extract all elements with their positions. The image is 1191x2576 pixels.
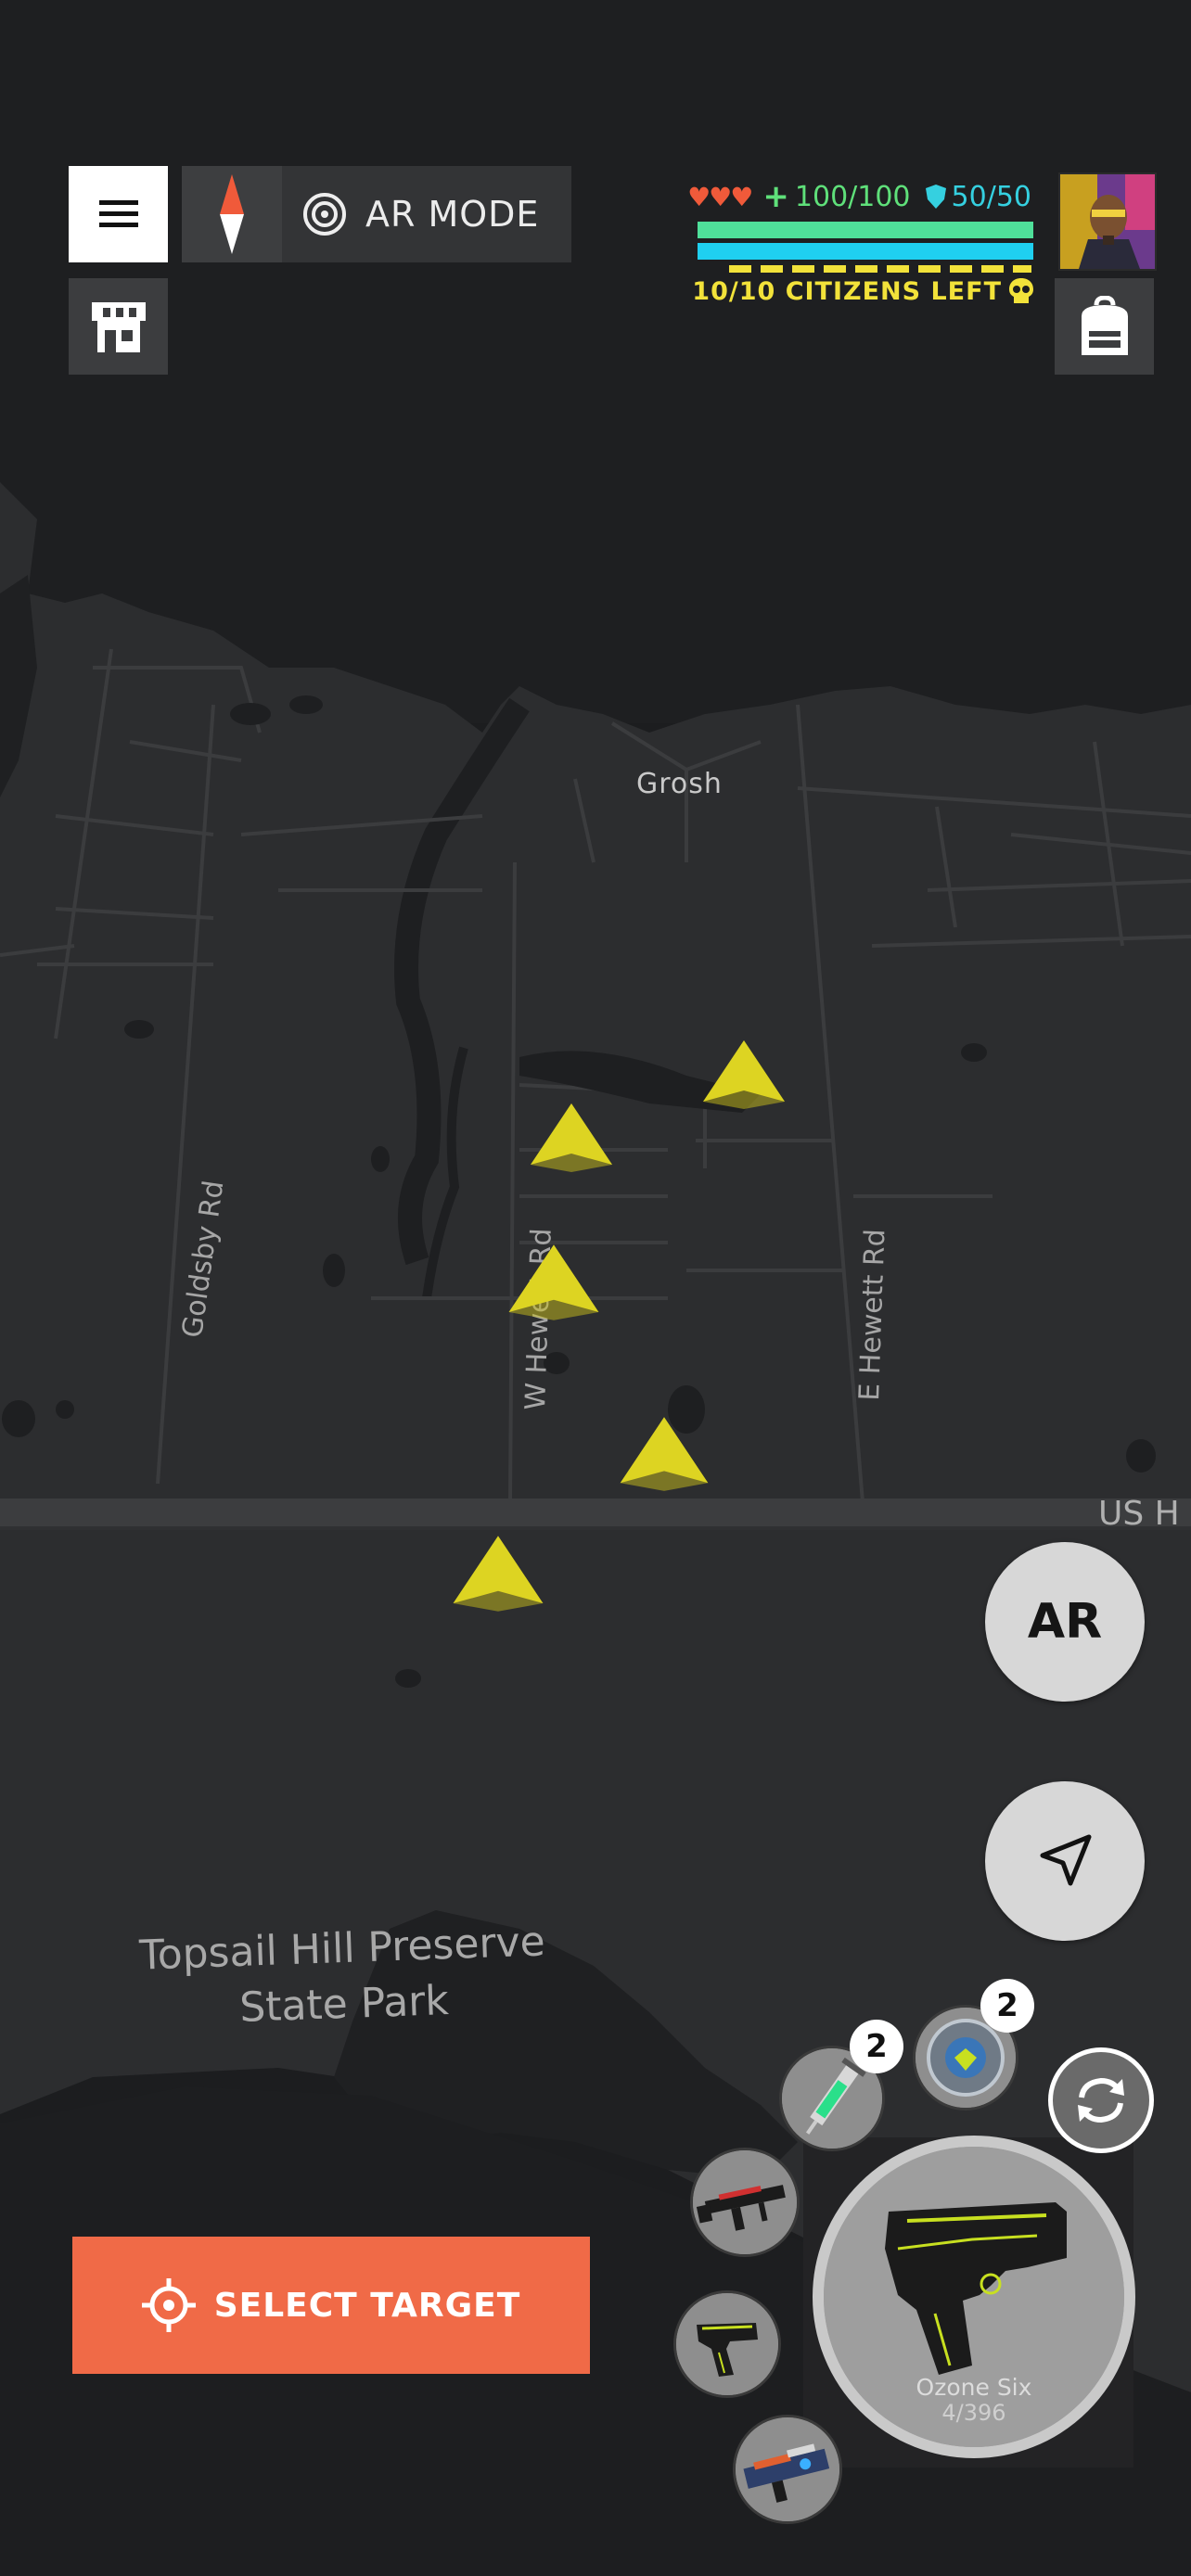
swap-icon <box>1078 2077 1124 2123</box>
shield-count-badge: 2 <box>980 1979 1034 2033</box>
shop-icon <box>91 302 146 352</box>
shield-icon <box>925 185 946 209</box>
ar-button-label: AR <box>1027 1594 1103 1650</box>
place-label-grosh: Grosh <box>636 768 723 800</box>
ar-button[interactable]: AR <box>985 1542 1145 1702</box>
target-rings-icon <box>303 193 346 236</box>
swap-weapon-button[interactable] <box>1048 2047 1154 2153</box>
shield-bar <box>698 243 1033 260</box>
health-bar <box>698 222 1033 238</box>
shield-text: 50/50 <box>951 180 1031 213</box>
weapon-slot-blaster[interactable] <box>733 2415 842 2524</box>
skull-icon <box>1009 278 1033 303</box>
heart-icon: ♥♥♥ <box>687 181 753 212</box>
syringe-count-badge: 2 <box>850 2020 903 2073</box>
select-target-label: SELECT TARGET <box>213 2286 521 2325</box>
crosshair-icon <box>141 2278 196 2332</box>
citizens-left: 10/10 CITIZENS LEFT <box>668 274 1033 308</box>
health-text: 100/100 <box>794 180 911 213</box>
citizens-text: 10/10 CITIZENS LEFT <box>692 276 1002 306</box>
pistol-small-icon <box>676 2293 778 2395</box>
weapon-ammo: 4/396 <box>941 2400 1006 2426</box>
weapon-slot-pistol[interactable] <box>673 2290 781 2398</box>
menu-button[interactable] <box>69 166 168 262</box>
hamburger-menu-icon <box>98 200 138 227</box>
target-marker[interactable] <box>616 1413 712 1493</box>
avatar-portrait <box>1060 174 1155 269</box>
blaster-icon <box>736 2417 839 2521</box>
compass-icon <box>220 174 244 254</box>
rifle-icon <box>693 2150 797 2254</box>
road-label-e-hewett: E Hewett Rd <box>853 1228 892 1402</box>
recenter-button[interactable] <box>985 1781 1145 1941</box>
citizens-dash-bar <box>729 265 1031 273</box>
select-target-button[interactable]: SELECT TARGET <box>72 2237 590 2374</box>
weapon-slot-rifle[interactable] <box>690 2148 800 2257</box>
ar-mode-label: AR MODE <box>365 194 540 235</box>
plus-icon: + <box>762 178 789 215</box>
target-marker[interactable] <box>449 1532 547 1613</box>
target-marker[interactable] <box>505 1241 603 1322</box>
park-label: Topsail Hill Preserve State Park <box>128 1914 558 2040</box>
target-marker[interactable] <box>527 1100 616 1174</box>
backpack-button[interactable] <box>1055 278 1154 375</box>
compass[interactable] <box>182 166 282 262</box>
navigation-arrow-icon <box>1040 1834 1092 1886</box>
player-avatar[interactable] <box>1058 172 1157 271</box>
weapon-name: Ozone Six <box>916 2374 1032 2401</box>
player-stats: ♥♥♥ + 100/100 50/50 <box>660 178 1031 215</box>
backpack-icon <box>1081 296 1128 355</box>
ar-mode-toggle[interactable]: AR MODE <box>182 166 571 262</box>
road-label-us-highway: US H <box>1098 1495 1180 1533</box>
target-marker[interactable] <box>699 1037 788 1111</box>
shop-button[interactable] <box>69 278 168 375</box>
